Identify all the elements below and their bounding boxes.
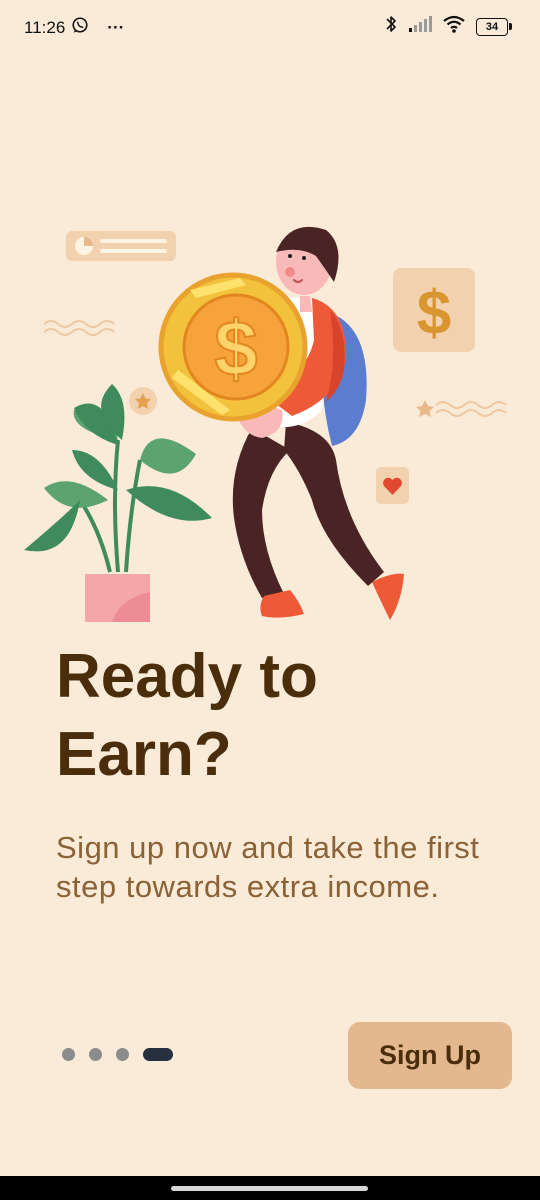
status-left: 11:26 ··· bbox=[24, 16, 124, 39]
svg-text:$: $ bbox=[417, 279, 451, 348]
page-dot-3 bbox=[116, 1048, 129, 1061]
page-dot-4-active bbox=[143, 1048, 173, 1061]
page-indicator bbox=[62, 1048, 173, 1061]
wifi-icon bbox=[442, 15, 466, 38]
more-notifications-icon: ··· bbox=[107, 17, 125, 37]
home-indicator[interactable] bbox=[171, 1186, 368, 1191]
sign-up-button[interactable]: Sign Up bbox=[348, 1022, 512, 1089]
onboarding-illustration: $ $ bbox=[24, 226, 507, 622]
svg-text:$: $ bbox=[214, 304, 257, 392]
page-dot-2 bbox=[89, 1048, 102, 1061]
signal-icon bbox=[408, 15, 432, 38]
bluetooth-icon bbox=[384, 14, 398, 39]
page-dot-1 bbox=[62, 1048, 75, 1061]
headline: Ready to Earn? bbox=[56, 642, 318, 789]
description-text: Sign up now and take the first step towa… bbox=[56, 830, 480, 904]
whatsapp-icon bbox=[71, 16, 89, 39]
status-time: 11:26 bbox=[24, 17, 66, 37]
status-bar: 11:26 ··· 34 bbox=[0, 0, 540, 52]
battery-icon: 34 bbox=[476, 17, 512, 36]
navigation-bar bbox=[0, 1176, 540, 1200]
status-right: 34 bbox=[384, 14, 512, 39]
